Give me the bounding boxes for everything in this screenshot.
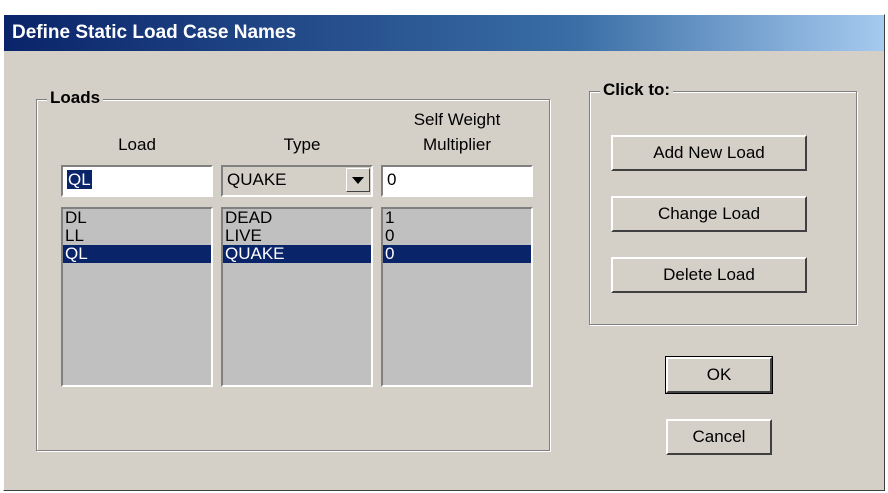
- load-type-select-value: QUAKE: [227, 170, 287, 189]
- list-item[interactable]: 1: [383, 209, 531, 227]
- list-item[interactable]: 0: [383, 245, 531, 263]
- column-header-type: Type: [283, 135, 321, 154]
- chevron-down-icon: [352, 177, 364, 184]
- load-name-input[interactable]: QL: [61, 165, 213, 197]
- list-item[interactable]: LL: [63, 227, 211, 245]
- column-header-load: Load: [118, 135, 156, 154]
- load-type-dropdown-button[interactable]: [346, 168, 370, 192]
- add-new-load-button[interactable]: Add New Load: [611, 135, 807, 171]
- list-item[interactable]: DEAD: [223, 209, 371, 227]
- list-item[interactable]: DL: [63, 209, 211, 227]
- self-weight-multiplier-list[interactable]: 1 0 0: [381, 207, 533, 387]
- dialog-window: Define Static Load Case Names Loads Load…: [3, 14, 885, 491]
- ok-button[interactable]: OK: [665, 356, 773, 394]
- list-item[interactable]: LIVE: [223, 227, 371, 245]
- change-load-button[interactable]: Change Load: [611, 196, 807, 232]
- delete-load-button[interactable]: Delete Load: [611, 257, 807, 293]
- background-strip: [0, 0, 888, 14]
- load-type-select[interactable]: QUAKE: [221, 165, 373, 197]
- title-bar[interactable]: Define Static Load Case Names: [4, 15, 884, 51]
- load-type-list[interactable]: DEAD LIVE QUAKE: [221, 207, 373, 387]
- list-item[interactable]: QL: [63, 245, 211, 263]
- loads-group-label: Loads: [47, 88, 104, 108]
- self-weight-multiplier-input-value: 0: [387, 170, 397, 189]
- column-header-multiplier-line1: Self Weight: [413, 110, 501, 129]
- list-item[interactable]: 0: [383, 227, 531, 245]
- click-to-group-label: Click to:: [600, 80, 674, 100]
- cancel-button[interactable]: Cancel: [666, 419, 772, 455]
- column-header-multiplier-line2: Multiplier: [422, 135, 492, 154]
- window-title: Define Static Load Case Names: [12, 22, 297, 43]
- load-name-input-value: QL: [67, 170, 92, 189]
- load-name-list[interactable]: DL LL QL: [61, 207, 213, 387]
- self-weight-multiplier-input[interactable]: 0: [381, 165, 533, 197]
- list-item[interactable]: QUAKE: [223, 245, 371, 263]
